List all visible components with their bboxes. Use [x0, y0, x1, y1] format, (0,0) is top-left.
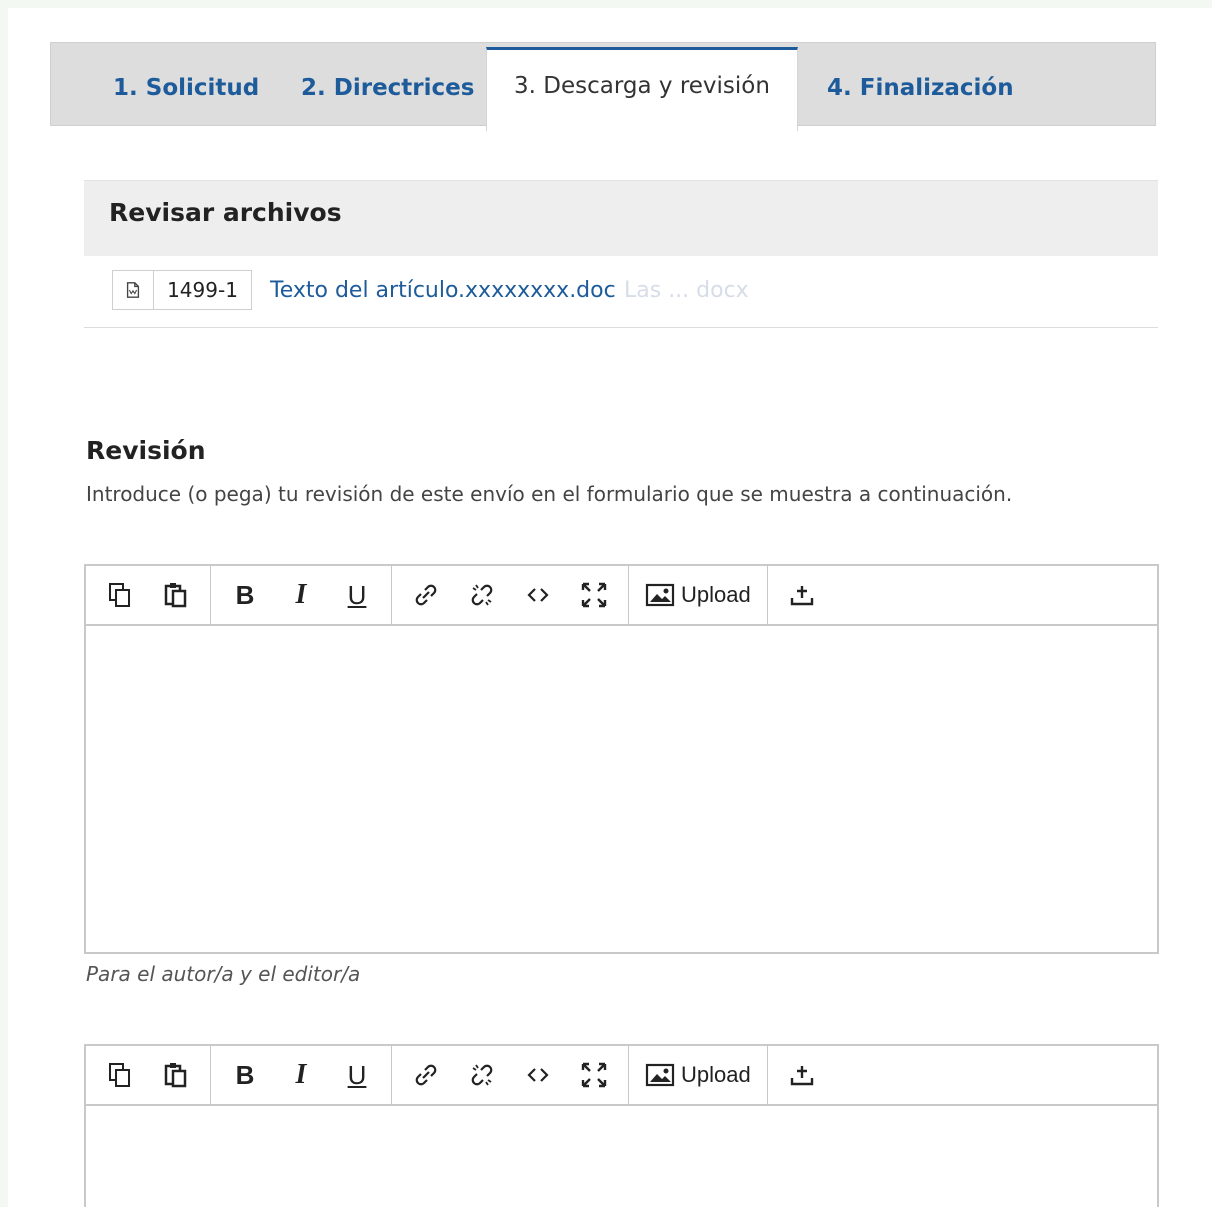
- file-faded-suffix: Las ... docx: [624, 278, 749, 303]
- editor-toolbar: B I U Upload: [86, 566, 1157, 626]
- link-icon[interactable]: [398, 1047, 454, 1103]
- file-badge: 1499-1: [112, 270, 252, 310]
- copy-icon[interactable]: [92, 567, 148, 623]
- review-editor-editor-only: B I U Upload: [84, 1044, 1159, 1207]
- underline-button[interactable]: U: [329, 567, 385, 623]
- tab-directrices[interactable]: 2. Directrices: [301, 43, 474, 125]
- toolbar-group-format: B I U: [211, 1046, 392, 1104]
- toolbar-group-links: [392, 1046, 629, 1104]
- tab-descarga-revision[interactable]: 3. Descarga y revisión: [486, 47, 798, 131]
- toolbar-group-links: [392, 566, 629, 624]
- tab-finalizacion[interactable]: 4. Finalización: [827, 43, 1014, 125]
- upload-label: Upload: [681, 1062, 751, 1087]
- fullscreen-icon[interactable]: [566, 1047, 622, 1103]
- tab-solicitud[interactable]: 1. Solicitud: [113, 43, 259, 125]
- editor-textarea[interactable]: [86, 1106, 1157, 1207]
- toolbar-group-clipboard: [86, 1046, 211, 1104]
- toolbar-group-insert: [768, 1046, 836, 1104]
- bold-button[interactable]: B: [217, 567, 273, 623]
- toolbar-group-insert: [768, 566, 836, 624]
- upload-label: Upload: [681, 582, 751, 607]
- toolbar-group-format: B I U: [211, 566, 392, 624]
- unlink-icon[interactable]: [454, 1047, 510, 1103]
- file-row: 1499-1 Texto del artículo.xxxxxxxx.doc L…: [84, 256, 1158, 328]
- image-icon: [645, 583, 675, 607]
- toolbar-group-upload: Upload: [629, 566, 768, 624]
- toolbar-group-clipboard: [86, 566, 211, 624]
- file-link[interactable]: Texto del artículo.xxxxxxxx.doc: [270, 278, 616, 303]
- upload-image-button[interactable]: Upload: [635, 567, 761, 623]
- tab-bar: 1. Solicitud 2. Directrices 3. Descarga …: [50, 42, 1156, 131]
- review-files-panel: Revisar archivos 1499-1 Texto del artícu…: [84, 180, 1158, 328]
- document-icon: [113, 271, 154, 309]
- paste-icon[interactable]: [148, 567, 204, 623]
- code-icon[interactable]: [510, 567, 566, 623]
- link-icon[interactable]: [398, 567, 454, 623]
- upload-image-button[interactable]: Upload: [635, 1047, 761, 1103]
- review-title: Revisión: [86, 436, 206, 465]
- editor-textarea[interactable]: [86, 626, 1157, 952]
- editor-toolbar: B I U Upload: [86, 1046, 1157, 1106]
- review-description: Introduce (o pega) tu revisión de este e…: [86, 482, 1013, 506]
- copy-icon[interactable]: [92, 1047, 148, 1103]
- editor-note: Para el autor/a y el editor/a: [86, 962, 361, 986]
- upload-file-icon[interactable]: [774, 567, 830, 623]
- unlink-icon[interactable]: [454, 567, 510, 623]
- bold-button[interactable]: B: [217, 1047, 273, 1103]
- paste-icon[interactable]: [148, 1047, 204, 1103]
- italic-button[interactable]: I: [273, 1047, 329, 1103]
- code-icon[interactable]: [510, 1047, 566, 1103]
- image-icon: [645, 1063, 675, 1087]
- upload-file-icon[interactable]: [774, 1047, 830, 1103]
- file-id: 1499-1: [167, 278, 238, 302]
- fullscreen-icon[interactable]: [566, 567, 622, 623]
- page: 1. Solicitud 2. Directrices 3. Descarga …: [8, 8, 1212, 1207]
- toolbar-group-upload: Upload: [629, 1046, 768, 1104]
- underline-button[interactable]: U: [329, 1047, 385, 1103]
- review-files-title: Revisar archivos: [84, 180, 1158, 256]
- review-editor-author-editor: B I U Upload: [84, 564, 1159, 954]
- italic-button[interactable]: I: [273, 567, 329, 623]
